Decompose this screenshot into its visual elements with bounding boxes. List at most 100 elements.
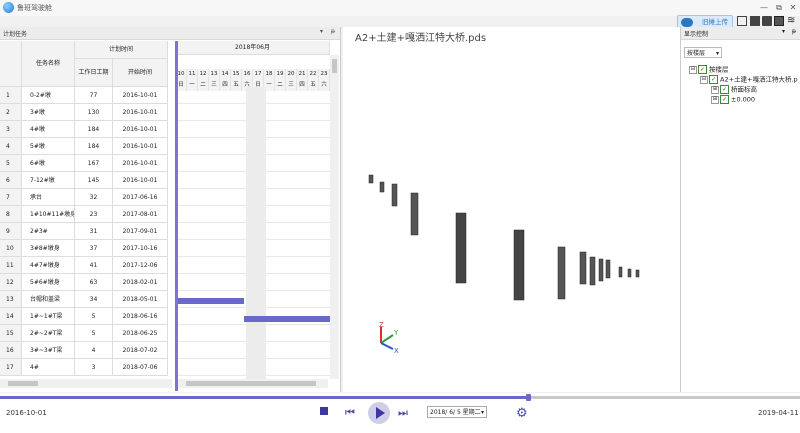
row-number: 5 <box>0 155 22 172</box>
table-row[interactable]: 7 承台 32 2017-06-16 <box>0 189 176 206</box>
table-row[interactable]: 6 7-12#墩 145 2016-10-01 <box>0 172 176 189</box>
task-name-cell: 3#~3#T梁 <box>22 342 75 359</box>
restore-button[interactable]: ⧉ <box>772 2 786 14</box>
gantt-day-label: 23 <box>319 69 330 80</box>
task-name-cell: 5#6#墩身 <box>22 274 75 291</box>
table-row[interactable]: 16 3#~3#T梁 4 2018-07-02 <box>0 342 176 359</box>
duration-cell: 3 <box>75 359 113 376</box>
view-shaded-icon[interactable] <box>774 16 784 26</box>
view-solid-icon[interactable] <box>750 16 760 26</box>
expand-toggle-icon[interactable]: ⊟ <box>700 75 708 84</box>
table-row[interactable]: 4 5#墩 184 2016-10-01 <box>0 138 176 155</box>
table-row[interactable]: 17 4# 3 2018-07-06 <box>0 359 176 376</box>
panel-header: 计划任务 ▾ ᵽ <box>0 27 340 40</box>
table-row[interactable]: 11 4#7#墩身 41 2017-12-06 <box>0 257 176 274</box>
duration-cell: 77 <box>75 87 113 104</box>
checkbox[interactable]: ✓ <box>720 85 729 94</box>
table-row[interactable]: 1 0-2#墩 77 2016-10-01 <box>0 87 176 104</box>
view-cube-icon[interactable] <box>762 16 772 26</box>
table-row[interactable]: 10 3#8#墩身 37 2017-10-16 <box>0 240 176 257</box>
gantt-day-label: 20 <box>286 69 297 80</box>
close-button[interactable]: ✕ <box>786 2 800 14</box>
gantt-bar[interactable] <box>176 298 244 304</box>
panel-dropdown-icon[interactable]: ▾ <box>782 28 785 35</box>
pin-icon[interactable]: ᵽ <box>792 28 796 35</box>
row-number: 1 <box>0 87 22 104</box>
model-viewport[interactable]: A2+土建+嘎洒江特大桥.pds Z Y X <box>343 27 680 392</box>
tree-item[interactable]: ⊟ ✓ A2+土建+嘎洒江特大桥.p <box>700 75 798 85</box>
row-number: 13 <box>0 291 22 308</box>
gantt-bar[interactable] <box>244 316 330 322</box>
fast-forward-button[interactable]: ⏭ <box>398 406 408 420</box>
row-number: 4 <box>0 138 22 155</box>
table-row[interactable]: 3 4#墩 184 2016-10-01 <box>0 121 176 138</box>
task-name-cell: 3#墩 <box>22 104 75 121</box>
duration-cell: 23 <box>75 206 113 223</box>
tree-item[interactable]: ⊟ ✓ 按楼层 <box>689 65 729 75</box>
display-control-panel: 显示控制 ▾ ᵽ 按楼层 ▾ ⊟ ✓ 按楼层 ⊟ ✓ A2+土建+嘎洒江特大桥.p ⊞ ✓ 桥面标… <box>680 27 800 392</box>
table-row[interactable]: 15 2#~2#T梁 5 2018-06-25 <box>0 325 176 342</box>
stop-button[interactable] <box>320 407 328 415</box>
start-date-cell: 2018-07-02 <box>113 342 168 359</box>
duration-cell: 5 <box>75 325 113 342</box>
table-row[interactable]: 2 3#墩 130 2016-10-01 <box>0 104 176 121</box>
tree-item-label: ±0.000 <box>731 95 756 104</box>
rewind-button[interactable]: ⏮ <box>345 406 355 420</box>
vertical-scrollbar[interactable] <box>330 55 339 379</box>
row-number: 9 <box>0 223 22 240</box>
gantt-horizontal-scrollbar[interactable] <box>178 379 328 388</box>
checkbox[interactable]: ✓ <box>698 65 707 74</box>
gear-icon[interactable]: ⚙ <box>516 406 528 421</box>
expand-toggle-icon[interactable]: ⊟ <box>689 65 697 74</box>
tree-item[interactable]: ⊞ ✓ 桥面标高 <box>711 85 757 95</box>
play-button[interactable] <box>368 402 390 424</box>
row-number: 12 <box>0 274 22 291</box>
duration-cell: 184 <box>75 138 113 155</box>
row-number: 2 <box>0 104 22 121</box>
start-date-cell: 2017-06-16 <box>113 189 168 206</box>
row-number: 16 <box>0 342 22 359</box>
expand-toggle-icon[interactable]: ⊞ <box>711 95 719 104</box>
table-row[interactable]: 12 5#6#墩身 63 2018-02-01 <box>0 274 176 291</box>
current-date-line[interactable] <box>175 41 178 391</box>
table-row[interactable]: 9 2#3# 31 2017-09-01 <box>0 223 176 240</box>
duration-cell: 41 <box>75 257 113 274</box>
task-name-cell: 4#墩 <box>22 121 75 138</box>
panel-title: 显示控制 <box>684 31 709 38</box>
start-date-cell: 2017-12-06 <box>113 257 168 274</box>
layer-mode-select[interactable]: 按楼层 ▾ <box>684 47 722 58</box>
layers-icon[interactable]: ≋ <box>787 16 797 26</box>
view-box-icon[interactable] <box>737 16 747 26</box>
table-row[interactable]: 14 1#~1#T梁 5 2018-06-16 <box>0 308 176 325</box>
table-row[interactable]: 5 6#墩 167 2016-10-01 <box>0 155 176 172</box>
panel-dropdown-icon[interactable]: ▾ <box>320 28 323 35</box>
table-row[interactable]: 13 台帽和盖梁 34 2018-05-01 <box>0 291 176 308</box>
expand-toggle-icon[interactable]: ⊞ <box>711 85 719 94</box>
start-date-cell: 2016-10-01 <box>113 104 168 121</box>
column-header-duration[interactable]: 工作日工期 <box>75 59 113 87</box>
start-date-cell: 2016-10-01 <box>113 87 168 104</box>
row-number-header <box>0 41 22 87</box>
task-name-cell: 3#8#墩身 <box>22 240 75 257</box>
column-header-task-name[interactable]: 任务名称 <box>22 41 75 87</box>
cloud-upload-icon <box>681 18 693 27</box>
row-number: 3 <box>0 121 22 138</box>
gantt-day-label: 12 <box>198 69 209 80</box>
checkbox[interactable]: ✓ <box>720 95 729 104</box>
axis-gizmo: Z Y X <box>379 321 399 355</box>
pin-icon[interactable]: ᵽ <box>331 28 335 35</box>
gantt-day-label: 16 <box>242 69 253 80</box>
table-horizontal-scrollbar[interactable] <box>0 379 172 388</box>
gantt-day-label: 11 <box>187 69 198 80</box>
checkbox[interactable]: ✓ <box>709 75 718 84</box>
start-date-cell: 2018-07-06 <box>113 359 168 376</box>
table-row[interactable]: 8 1#10#11#墩身 23 2017-08-01 <box>0 206 176 223</box>
tree-item[interactable]: ⊞ ✓ ±0.000 <box>711 95 755 105</box>
task-name-cell: 1#10#11#墩身 <box>22 206 75 223</box>
duration-cell: 184 <box>75 121 113 138</box>
minimize-button[interactable]: — <box>757 2 771 14</box>
app-logo-icon <box>3 2 14 13</box>
column-header-start[interactable]: 开始时间 <box>113 59 168 87</box>
timeline-thumb[interactable] <box>526 394 531 401</box>
current-date-picker[interactable]: 2018/ 6/ 5 星期二 ▾ <box>427 406 487 418</box>
